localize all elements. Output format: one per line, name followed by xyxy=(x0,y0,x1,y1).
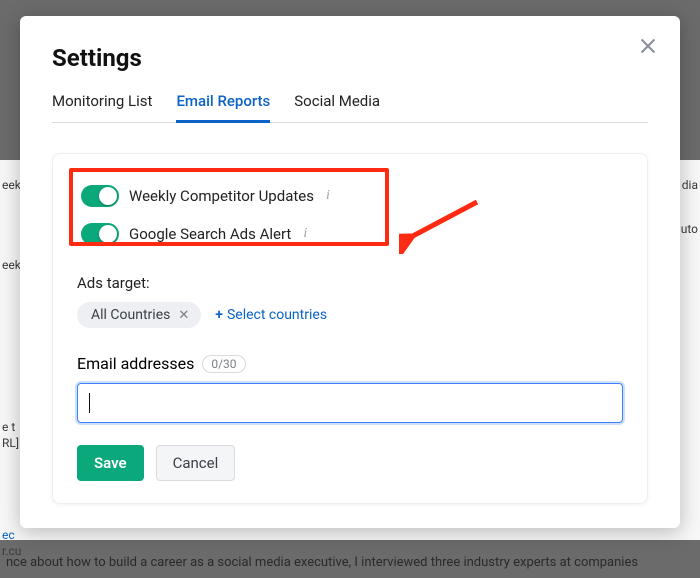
close-icon xyxy=(638,36,658,56)
ads-target-row: All Countries ✕ +Select countries xyxy=(77,302,623,328)
close-button[interactable] xyxy=(634,32,662,60)
tab-email-reports[interactable]: Email Reports xyxy=(176,92,270,123)
text-caret xyxy=(89,393,90,413)
chip-remove-icon[interactable]: ✕ xyxy=(176,308,191,323)
save-button[interactable]: Save xyxy=(77,445,144,481)
toggle-row-ads-alert: Google Search Ads Alert i xyxy=(81,218,619,250)
email-reports-panel: Weekly Competitor Updates i Google Searc… xyxy=(52,153,648,504)
settings-modal: Settings Monitoring List Email Reports S… xyxy=(20,16,680,528)
cancel-button[interactable]: Cancel xyxy=(156,445,236,481)
tabs: Monitoring List Email Reports Social Med… xyxy=(52,92,648,123)
plus-icon: + xyxy=(215,307,223,323)
info-icon[interactable]: i xyxy=(326,188,330,204)
select-countries-text: Select countries xyxy=(227,307,327,323)
toggle-label: Weekly Competitor Updates xyxy=(129,187,314,205)
tab-monitoring-list[interactable]: Monitoring List xyxy=(52,92,152,122)
chip-label: All Countries xyxy=(91,307,170,323)
select-countries-link[interactable]: +Select countries xyxy=(215,307,327,323)
tab-social-media[interactable]: Social Media xyxy=(294,92,380,122)
toggles-area: Weekly Competitor Updates i Google Searc… xyxy=(77,178,623,262)
email-label-row: Email addresses 0/30 xyxy=(77,354,623,373)
email-addresses-input[interactable] xyxy=(77,383,623,423)
ads-target-label: Ads target: xyxy=(77,274,623,292)
email-addresses-label: Email addresses xyxy=(77,354,194,373)
toggle-weekly-competitor-updates[interactable] xyxy=(81,185,119,207)
email-counter-badge: 0/30 xyxy=(202,355,245,373)
chip-all-countries: All Countries ✕ xyxy=(77,302,201,328)
button-row: Save Cancel xyxy=(77,445,623,481)
toggle-label: Google Search Ads Alert xyxy=(129,225,291,243)
toggle-google-search-ads-alert[interactable] xyxy=(81,223,119,245)
info-icon[interactable]: i xyxy=(303,226,307,242)
toggle-row-weekly-updates: Weekly Competitor Updates i xyxy=(81,180,619,212)
modal-wrap: Settings Monitoring List Email Reports S… xyxy=(0,0,700,578)
modal-title: Settings xyxy=(52,44,648,72)
